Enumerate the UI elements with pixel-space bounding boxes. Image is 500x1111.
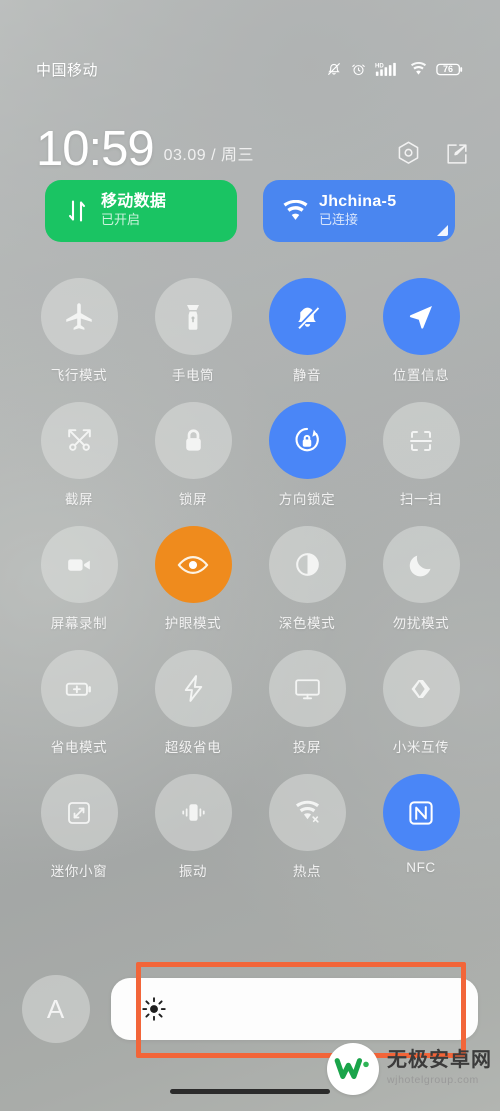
- clock-time: 10:59: [36, 121, 155, 176]
- w-logo-icon: [327, 1043, 379, 1095]
- card-subtitle: 已连接: [319, 212, 359, 227]
- toggle-label: 小米互传: [392, 740, 450, 755]
- toggle-dark-mode[interactable]: 深色模式: [250, 526, 364, 632]
- auto-brightness-button[interactable]: A: [22, 975, 90, 1043]
- lock-icon: [154, 402, 232, 479]
- airplane-icon: [40, 278, 118, 355]
- wifi-icon: [280, 200, 310, 222]
- bell-muted-icon: [268, 278, 346, 355]
- flashlight-icon: [154, 278, 232, 355]
- scan-frame-icon: [382, 402, 460, 479]
- quick-toggle-grid: 飞行模式 手电筒 静音 位置信息 截屏 锁屏 方向锁定 扫一扫 屏幕录制 护眼模…: [22, 278, 478, 880]
- toggle-nfc[interactable]: NFC: [364, 774, 478, 880]
- toggle-label: 位置信息: [392, 368, 450, 383]
- toggle-label: 护眼模式: [164, 616, 222, 631]
- toggle-do-not-disturb[interactable]: 勿扰模式: [364, 526, 478, 632]
- toggle-scan[interactable]: 扫一扫: [364, 402, 478, 508]
- carrier-label: 中国移动: [36, 61, 99, 79]
- battery-plus-icon: [40, 650, 118, 727]
- toggle-rotation-lock[interactable]: 方向锁定: [250, 402, 364, 508]
- card-title: 移动数据: [101, 192, 167, 210]
- watermark: 无极安卓网 wjhotelgroup.com: [327, 1043, 492, 1095]
- toggle-screenshot[interactable]: 截屏: [22, 402, 136, 508]
- screenshot-scissors-icon: [40, 402, 118, 479]
- toggle-lockscreen[interactable]: 锁屏: [136, 402, 250, 508]
- toggle-vibrate[interactable]: 振动: [136, 774, 250, 880]
- toggle-battery-saver[interactable]: 省电模式: [22, 650, 136, 756]
- svg-text:HD: HD: [375, 63, 384, 69]
- settings-hexagon-icon[interactable]: [395, 140, 422, 167]
- toggle-label: 方向锁定: [278, 492, 336, 507]
- toggle-label: 屏幕录制: [50, 616, 108, 631]
- toggle-label: 勿扰模式: [392, 616, 450, 631]
- control-center-screen: 中国移动 HD 76 10:59 03.09 / 周三 移动数据 已开启 Jhc…: [0, 0, 500, 1111]
- vibrate-icon: [154, 774, 232, 851]
- card-title: Jhchina-5: [319, 192, 397, 210]
- mini-window-icon: [40, 774, 118, 851]
- contrast-circle-icon: [268, 526, 346, 603]
- toggle-cast[interactable]: 投屏: [250, 650, 364, 756]
- battery-icon: 76: [436, 62, 464, 77]
- brightness-slider[interactable]: [111, 978, 478, 1040]
- nfc-icon: [382, 774, 460, 851]
- brightness-row: A: [22, 970, 478, 1048]
- toggle-label: 截屏: [64, 492, 94, 507]
- toggle-location[interactable]: 位置信息: [364, 278, 478, 384]
- toggle-flashlight[interactable]: 手电筒: [136, 278, 250, 384]
- watermark-url: wjhotelgroup.com: [387, 1074, 479, 1087]
- wifi-card[interactable]: Jhchina-5 已连接: [263, 180, 455, 242]
- toggle-label: 振动: [178, 864, 208, 879]
- connection-cards: 移动数据 已开启 Jhchina-5 已连接: [45, 180, 455, 242]
- toggle-label: 飞行模式: [50, 368, 108, 383]
- toggle-ultra-battery-saver[interactable]: 超级省电: [136, 650, 250, 756]
- clock-row: 10:59 03.09 / 周三: [36, 110, 470, 176]
- camcorder-icon: [40, 526, 118, 603]
- toggle-airplane[interactable]: 飞行模式: [22, 278, 136, 384]
- wifi-icon: [410, 62, 427, 76]
- toggle-screen-record[interactable]: 屏幕录制: [22, 526, 136, 632]
- toggle-mi-share[interactable]: 小米互传: [364, 650, 478, 756]
- data-transfer-icon: [62, 198, 92, 224]
- toggle-mute[interactable]: 静音: [250, 278, 364, 384]
- mi-share-icon: [382, 650, 460, 727]
- toggle-label: 超级省电: [164, 740, 222, 755]
- toggle-label: 静音: [292, 368, 322, 383]
- auto-brightness-label: A: [46, 993, 66, 1024]
- toggle-eye-care[interactable]: 护眼模式: [136, 526, 250, 632]
- monitor-cast-icon: [268, 650, 346, 727]
- toggle-label: NFC: [406, 860, 436, 875]
- system-icons: HD 76: [326, 61, 464, 77]
- toggle-label: 手电筒: [171, 368, 215, 383]
- battery-level-label: 76: [442, 64, 453, 74]
- status-bar: 中国移动 HD 76: [0, 56, 500, 82]
- toggle-hotspot[interactable]: 热点: [250, 774, 364, 880]
- wifi-expand-corner-icon[interactable]: [437, 225, 448, 236]
- hd-signal-icon: HD: [375, 61, 401, 77]
- toggle-label: 热点: [292, 864, 322, 879]
- alarm-icon: [351, 62, 366, 77]
- toggle-label: 省电模式: [50, 740, 108, 755]
- watermark-name: 无极安卓网: [387, 1049, 492, 1072]
- home-indicator[interactable]: [170, 1089, 330, 1094]
- mute-icon: [326, 61, 342, 77]
- edit-pencil-icon[interactable]: [444, 141, 470, 167]
- toggle-label: 扫一扫: [399, 492, 443, 507]
- toggle-mini-window[interactable]: 迷你小窗: [22, 774, 136, 880]
- card-subtitle: 已开启: [101, 212, 141, 227]
- sun-brightness-icon: [139, 994, 169, 1024]
- eye-icon: [154, 526, 232, 603]
- toggle-label: 投屏: [292, 740, 322, 755]
- clock-actions: [395, 140, 470, 167]
- clock-date: 03.09 / 周三: [163, 147, 255, 164]
- hotspot-icon: [268, 774, 346, 851]
- moon-icon: [382, 526, 460, 603]
- toggle-label: 迷你小窗: [50, 864, 108, 879]
- rotation-lock-icon: [268, 402, 346, 479]
- toggle-label: 锁屏: [178, 492, 208, 507]
- toggle-label: 深色模式: [278, 616, 336, 631]
- mobile-data-card[interactable]: 移动数据 已开启: [45, 180, 237, 242]
- lightning-bolt-icon: [154, 650, 232, 727]
- location-arrow-icon: [382, 278, 460, 355]
